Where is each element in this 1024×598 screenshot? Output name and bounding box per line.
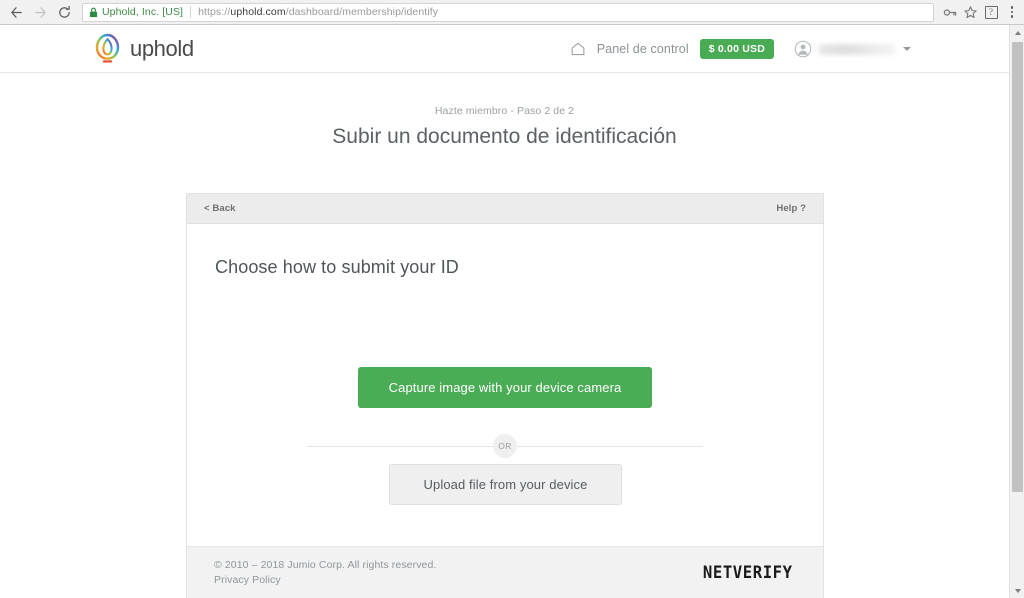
page-viewport: uphold Panel de control $ 0.00 USD Hazte…: [0, 25, 1009, 598]
chevron-down-icon: [903, 47, 911, 51]
url-text: https://uphold.com/dashboard/membership/…: [198, 6, 438, 18]
card-topbar: < Back Help ?: [187, 194, 823, 224]
omnibox-separator: [190, 6, 192, 18]
scroll-up-arrow-icon[interactable]: [1010, 25, 1024, 40]
card-footer: © 2010 – 2018 Jumio Corp. All rights res…: [187, 546, 823, 598]
extension-puzzle-icon[interactable]: ?: [980, 1, 1002, 23]
arrow-left-icon: [10, 6, 22, 18]
home-icon[interactable]: [570, 41, 586, 57]
brand-logo[interactable]: uphold: [94, 33, 194, 65]
browser-toolbar: Uphold, Inc. [US] https://uphold.com/das…: [0, 0, 1024, 25]
site-header: uphold Panel de control $ 0.00 USD: [0, 25, 1009, 73]
reload-icon: [58, 5, 70, 18]
balance-badge[interactable]: $ 0.00 USD: [699, 39, 774, 59]
url-host: uphold.com: [230, 6, 286, 18]
username-label: [819, 43, 895, 55]
vertical-scrollbar[interactable]: [1009, 25, 1024, 598]
address-bar[interactable]: Uphold, Inc. [US] https://uphold.com/das…: [82, 2, 934, 22]
omnibox-actions: [940, 2, 980, 22]
arrow-right-icon: [34, 6, 46, 18]
footer-left: © 2010 – 2018 Jumio Corp. All rights res…: [214, 559, 436, 586]
netverify-logo: NETVERIFY: [703, 562, 794, 583]
reload-button[interactable]: [52, 0, 76, 24]
key-icon[interactable]: [940, 2, 960, 22]
scrollbar-thumb[interactable]: [1012, 42, 1023, 492]
scroll-down-arrow-icon[interactable]: [1010, 583, 1024, 598]
card-heading: Choose how to submit your ID: [215, 257, 459, 277]
forward-button[interactable]: [28, 0, 52, 24]
step-label: Hazte miembro - Paso 2 de 2: [434, 105, 575, 117]
copyright-text: © 2010 – 2018 Jumio Corp. All rights res…: [214, 559, 437, 571]
back-link[interactable]: < Back: [204, 203, 236, 214]
or-divider: OR: [307, 434, 703, 458]
browser-extensions-area: ?: [980, 1, 1024, 23]
site-identity-label: Uphold, Inc. [US]: [102, 6, 184, 18]
user-menu[interactable]: [794, 40, 911, 58]
uphold-logo-icon: [94, 33, 121, 65]
privacy-policy-link[interactable]: Privacy Policy: [214, 574, 436, 586]
or-label: OR: [493, 434, 517, 458]
brand-wordmark: uphold: [130, 35, 194, 61]
help-link[interactable]: Help ?: [776, 203, 806, 214]
star-icon[interactable]: [960, 2, 980, 22]
id-upload-card: < Back Help ? Choose how to submit your …: [186, 193, 824, 598]
lock-icon: [89, 7, 98, 18]
three-dot-menu-icon[interactable]: [1002, 1, 1022, 23]
capture-image-button[interactable]: Capture image with your device camera: [358, 367, 652, 408]
url-path: /dashboard/membership/identify: [285, 6, 439, 18]
upload-file-button[interactable]: Upload file from your device: [389, 464, 622, 505]
dashboard-link[interactable]: Panel de control: [597, 42, 689, 56]
header-right-nav: Panel de control $ 0.00 USD: [570, 25, 911, 73]
card-body: Choose how to submit your ID Capture ima…: [187, 224, 823, 546]
user-avatar-icon: [794, 40, 812, 58]
url-scheme: https://: [198, 6, 231, 18]
back-button[interactable]: [4, 0, 28, 24]
page-title: Subir un documento de identificación: [332, 125, 677, 148]
